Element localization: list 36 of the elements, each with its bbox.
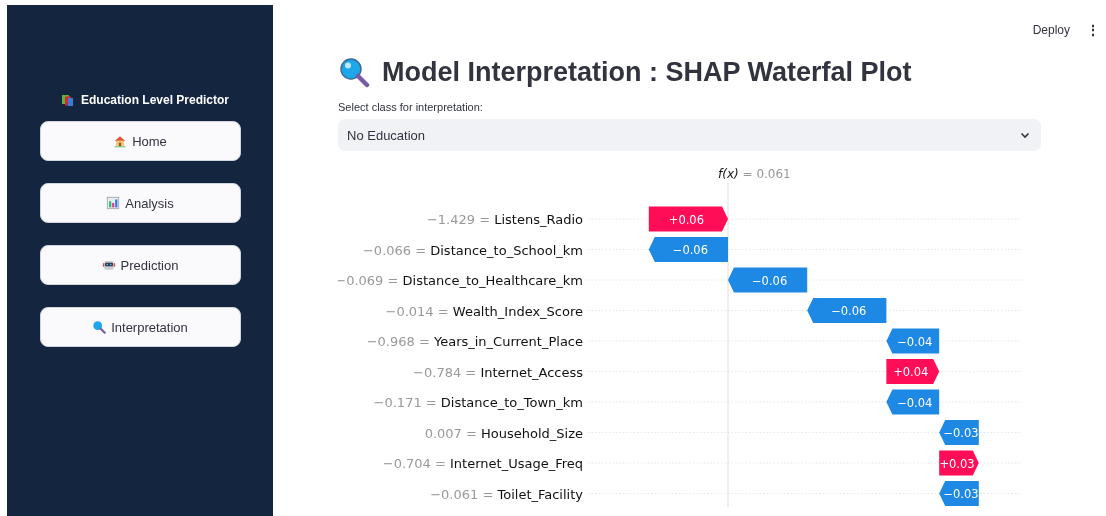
negative-bar: −0.06 <box>728 267 808 293</box>
negative-bar: −0.06 <box>648 237 728 262</box>
nav-button[interactable]: Analysis <box>39 183 241 223</box>
house-icon <box>113 134 128 148</box>
deploy-button[interactable]: Deploy <box>1024 19 1078 41</box>
positive-bar: +0.04 <box>886 359 940 384</box>
feature-label: −0.171 = Distance_to_Town_km <box>373 395 583 410</box>
select-label: Select class for interpretation: <box>338 101 484 113</box>
positive-bar: +0.06 <box>648 206 728 232</box>
search-icon <box>338 56 370 88</box>
page-title: Model Interpretation : SHAP Waterfal Plot <box>382 56 912 88</box>
feature-label: −0.066 = Distance_to_School_km <box>362 242 583 258</box>
app-title: Education Level Predictor <box>80 93 229 107</box>
feature-label: −0.784 = Internet_Access <box>413 364 583 380</box>
negative-bar: −0.04 <box>886 389 940 415</box>
positive-bar: +0.03 <box>939 450 979 476</box>
output-value-label: f(x) = 0.061 <box>718 167 791 181</box>
search-icon <box>92 320 107 334</box>
negative-bar: −0.03 <box>939 481 979 506</box>
feature-label: −0.014 = Wealth_Index_Score <box>385 303 583 319</box>
feature-label: −0.061 = Toilet_Facility <box>430 486 583 502</box>
feature-label: 0.007 = Household_Size <box>424 425 583 441</box>
feature-label: −0.968 = Years_in_Current_Place <box>366 334 583 349</box>
class-select[interactable]: No Education <box>338 119 1041 151</box>
feature-label: −1.429 = Listens_Radio <box>426 212 583 227</box>
negative-bar: −0.03 <box>939 420 979 445</box>
negative-bar: −0.06 <box>807 298 887 323</box>
negative-bar: −0.04 <box>886 328 940 354</box>
books-icon <box>60 93 75 107</box>
nav-button[interactable]: Interpretation <box>39 307 241 347</box>
feature-label: −0.704 = Internet_Usage_Freq <box>382 456 583 471</box>
nav-button[interactable]: Prediction <box>39 245 241 285</box>
nav-button[interactable]: Home <box>39 121 241 161</box>
robot-icon <box>101 258 116 272</box>
menu-button[interactable]: ⋮ <box>1084 20 1102 40</box>
bar-chart-icon <box>106 196 121 210</box>
